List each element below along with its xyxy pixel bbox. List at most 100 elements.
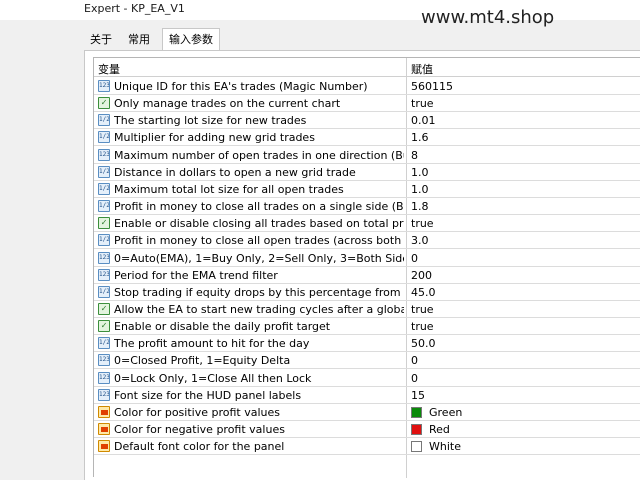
parameter-name: Multiplier for adding new grid trades <box>114 131 315 145</box>
tab-about[interactable]: 关于 <box>84 30 118 50</box>
tab-common[interactable]: 常用 <box>122 30 156 50</box>
double-icon: 1/2 <box>98 165 110 178</box>
parameter-row[interactable]: ✓ Allow the EA to start new trading cycle… <box>94 301 640 318</box>
parameter-row[interactable]: 1/2 The starting lot size for new trades 0… <box>94 112 640 130</box>
parameter-name: 0=Auto(EMA), 1=Buy Only, 2=Sell Only, 3=… <box>114 251 404 265</box>
parameter-value[interactable]: true <box>411 303 639 316</box>
parameter-value[interactable]: Green <box>429 406 462 419</box>
parameter-name: Distance in dollars to open a new grid t… <box>114 165 356 179</box>
color-swatch[interactable] <box>411 406 422 418</box>
parameter-name: The starting lot size for new trades <box>114 114 307 128</box>
parameter-name: 0=Closed Profit, 1=Equity Delta <box>114 354 291 368</box>
parameter-name: 0=Lock Only, 1=Close All then Lock <box>114 371 312 385</box>
parameter-value[interactable]: 1.0 <box>411 166 639 179</box>
parameters-grid: 变量 赋值 123 Unique ID for this EA's trades … <box>93 57 640 478</box>
parameter-value[interactable]: 50.0 <box>411 337 639 350</box>
parameter-value[interactable]: 1.0 <box>411 183 639 196</box>
header-variable[interactable]: 变量 <box>98 61 120 77</box>
parameter-value[interactable]: White <box>429 440 461 453</box>
integer-icon: 123 <box>98 388 110 401</box>
color-icon <box>98 440 110 453</box>
parameter-row[interactable]: 123 Unique ID for this EA's trades (Magic… <box>94 78 640 95</box>
bool-icon: ✓ <box>98 320 110 333</box>
integer-icon: 123 <box>98 268 110 281</box>
color-icon <box>98 423 110 435</box>
integer-icon: 123 <box>98 80 110 92</box>
header-value[interactable]: 赋值 <box>411 61 433 77</box>
parameter-name: Only manage trades on the current chart <box>114 97 341 111</box>
watermark: www.mt4.shop <box>421 7 555 28</box>
parameter-row[interactable]: Color for negative profit values Red <box>94 421 640 438</box>
parameter-name: Enable or disable the daily profit targe… <box>114 320 331 334</box>
integer-icon: 123 <box>98 371 110 384</box>
double-icon: 1/2 <box>98 200 110 213</box>
parameter-name: Font size for the HUD panel labels <box>114 388 302 402</box>
parameter-row[interactable]: 1/2 Profit in money to close all open tra… <box>94 232 640 250</box>
parameter-name: Profit in money to close all open trades… <box>114 234 404 248</box>
double-icon: 1/2 <box>98 114 110 127</box>
bool-icon: ✓ <box>98 217 110 230</box>
parameter-value[interactable]: 1.6 <box>411 131 639 144</box>
parameter-value[interactable]: true <box>411 320 639 333</box>
inputs-panel: 变量 赋值 123 Unique ID for this EA's trades … <box>84 50 640 480</box>
parameter-value[interactable]: 0.01 <box>411 114 639 127</box>
double-icon: 1/2 <box>98 234 110 247</box>
parameter-row[interactable]: 123 Period for the EMA trend filter 200 <box>94 267 640 284</box>
parameter-name: Profit in money to close all trades on a… <box>114 200 404 214</box>
parameter-row[interactable]: 1/2 Distance in dollars to open a new gri… <box>94 164 640 181</box>
parameter-value[interactable]: 0 <box>411 354 639 367</box>
parameter-value[interactable]: 1.8 <box>411 200 639 213</box>
grid-header: 变量 赋值 <box>94 58 640 77</box>
parameter-value[interactable]: 3.0 <box>411 234 639 247</box>
parameter-value[interactable]: true <box>411 97 639 110</box>
double-icon: 1/2 <box>98 337 110 350</box>
parameter-value[interactable]: 560115 <box>411 80 639 93</box>
parameter-value[interactable]: 0 <box>411 252 639 265</box>
parameter-row[interactable]: ✓ Enable or disable the daily profit targ… <box>94 318 640 336</box>
parameter-name: Maximum number of open trades in one dir… <box>114 148 404 162</box>
parameter-row[interactable]: 1/2 The profit amount to hit for the day 5… <box>94 335 640 353</box>
parameter-row[interactable]: Default font color for the panel White <box>94 438 640 456</box>
parameter-row[interactable]: 1/2 Stop trading if equity drops by this … <box>94 284 640 301</box>
parameter-row[interactable]: 123 0=Lock Only, 1=Close All then Lock 0 <box>94 370 640 387</box>
bool-icon: ✓ <box>98 302 110 315</box>
integer-icon: 123 <box>98 354 110 367</box>
double-icon: 1/2 <box>98 131 110 144</box>
parameter-row[interactable]: 1/2 Profit in money to close all trades o… <box>94 198 640 216</box>
tab-strip: 关于 常用 输入参数 <box>84 28 640 51</box>
parameter-value[interactable]: true <box>411 217 639 230</box>
window-title: Expert - KP_EA_V1 <box>84 2 185 15</box>
color-swatch[interactable] <box>411 441 422 453</box>
parameter-row[interactable]: 1/2 Multiplier for adding new grid trades… <box>94 129 640 147</box>
parameter-name: Allow the EA to start new trading cycles… <box>114 302 404 316</box>
integer-icon: 123 <box>98 251 110 264</box>
parameter-name: Period for the EMA trend filter <box>114 268 278 282</box>
integer-icon: 123 <box>98 148 110 161</box>
parameter-row[interactable]: 123 Maximum number of open trades in one … <box>94 147 640 164</box>
parameter-row[interactable]: 123 0=Auto(EMA), 1=Buy Only, 2=Sell Only,… <box>94 250 640 267</box>
color-icon <box>98 405 110 418</box>
parameter-value[interactable]: 15 <box>411 389 639 402</box>
parameter-value[interactable]: 0 <box>411 372 639 385</box>
parameter-name: Enable or disable closing all trades bas… <box>114 217 404 231</box>
color-swatch[interactable] <box>411 424 422 435</box>
parameter-row[interactable]: ✓ Only manage trades on the current chart… <box>94 95 640 113</box>
parameter-value[interactable]: Red <box>429 423 450 436</box>
parameter-row[interactable]: Color for positive profit values Green <box>94 404 640 421</box>
parameter-row[interactable]: 123 Font size for the HUD panel labels 15 <box>94 387 640 404</box>
parameter-value[interactable]: 200 <box>411 269 639 282</box>
parameter-name: Stop trading if equity drops by this per… <box>114 285 404 299</box>
parameter-row[interactable]: ✓ Enable or disable closing all trades ba… <box>94 215 640 233</box>
parameter-name: Color for negative profit values <box>114 423 285 436</box>
parameter-row[interactable]: 1/2 Maximum total lot size for all open t… <box>94 181 640 198</box>
double-icon: 1/2 <box>98 182 110 195</box>
bool-icon: ✓ <box>98 97 110 110</box>
parameter-value[interactable]: 45.0 <box>411 286 639 299</box>
parameter-name: Maximum total lot size for all open trad… <box>114 182 344 196</box>
parameter-row[interactable]: 123 0=Closed Profit, 1=Equity Delta 0 <box>94 352 640 370</box>
tab-inputs[interactable]: 输入参数 <box>162 28 220 51</box>
parameter-value[interactable]: 8 <box>411 149 639 162</box>
double-icon: 1/2 <box>98 285 110 298</box>
parameter-name: Color for positive profit values <box>114 405 280 419</box>
parameter-name: Unique ID for this EA's trades (Magic Nu… <box>114 80 368 93</box>
